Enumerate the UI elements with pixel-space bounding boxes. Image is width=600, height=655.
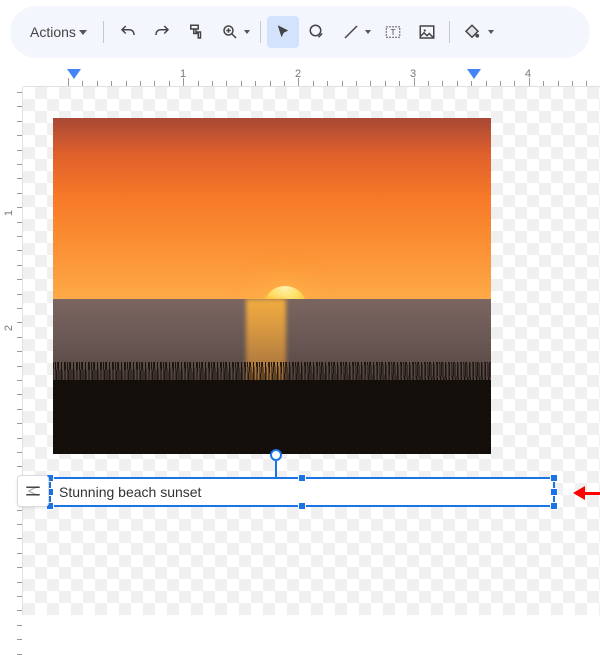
redo-button[interactable] <box>146 16 178 48</box>
caption-textbox[interactable]: Stunning beach sunset <box>49 477 555 507</box>
resize-handle-tm[interactable] <box>298 474 306 482</box>
separator <box>449 21 450 43</box>
fill-color-button[interactable] <box>456 16 488 48</box>
separator <box>260 21 261 43</box>
sunset-image[interactable] <box>53 118 491 454</box>
text-wrap-button[interactable] <box>17 475 49 507</box>
drawing-canvas[interactable]: Stunning beach sunset <box>23 87 600 615</box>
paint-format-button[interactable] <box>180 16 212 48</box>
ruler-label: 1 <box>3 210 15 216</box>
indent-marker-right-icon[interactable] <box>467 69 481 79</box>
actions-label: Actions <box>30 24 76 40</box>
resize-handle-br[interactable] <box>550 502 558 510</box>
fill-dropdown-icon[interactable] <box>488 30 494 34</box>
vertical-ruler[interactable]: 1 2 <box>0 87 23 615</box>
svg-text:T: T <box>390 28 395 37</box>
line-dropdown-icon[interactable] <box>365 30 371 34</box>
annotation-arrow-icon <box>571 485 600 501</box>
undo-button[interactable] <box>112 16 144 48</box>
workspace: 1 2 3 4 1 2 Stunning beach sunset <box>0 64 600 615</box>
actions-menu-button[interactable]: Actions <box>22 18 95 46</box>
zoom-dropdown-icon[interactable] <box>244 30 250 34</box>
shape-tool-button[interactable] <box>301 16 333 48</box>
image-tool-button[interactable] <box>411 16 443 48</box>
resize-handle-tr[interactable] <box>550 474 558 482</box>
rotation-handle[interactable] <box>270 449 282 461</box>
separator <box>103 21 104 43</box>
caption-text: Stunning beach sunset <box>59 484 201 500</box>
ruler-label: 2 <box>3 325 15 331</box>
chevron-down-icon <box>79 30 87 35</box>
textbox-tool-button[interactable]: T <box>377 16 409 48</box>
indent-marker-left-icon[interactable] <box>67 69 81 79</box>
resize-handle-bm[interactable] <box>298 502 306 510</box>
zoom-button[interactable] <box>214 16 246 48</box>
select-tool-button[interactable] <box>267 16 299 48</box>
line-tool-button[interactable] <box>335 16 367 48</box>
horizontal-ruler[interactable]: 1 2 3 4 <box>23 64 600 87</box>
resize-handle-mr[interactable] <box>550 488 558 496</box>
main-toolbar: Actions T <box>10 6 590 58</box>
